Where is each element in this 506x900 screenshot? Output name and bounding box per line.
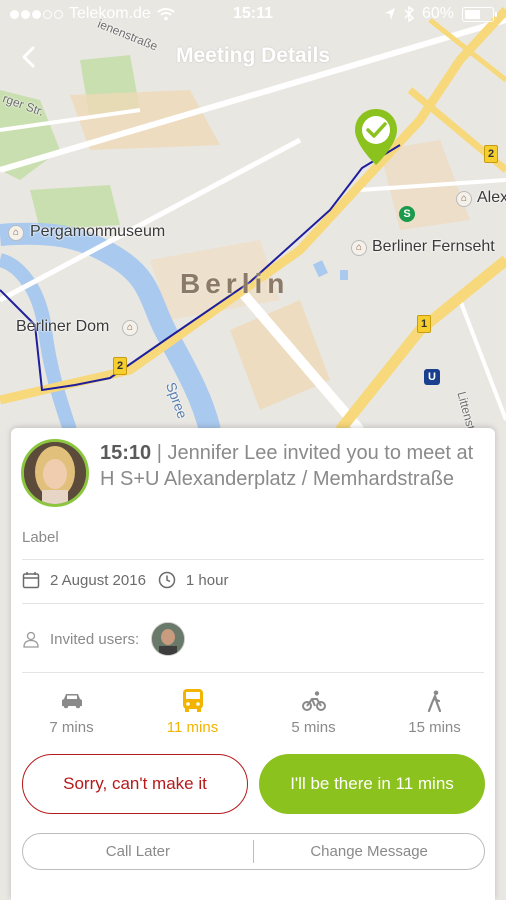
- invited-users-row: Invited users:: [22, 622, 186, 656]
- divider: [22, 672, 484, 673]
- status-right: 60%: [384, 5, 497, 23]
- road-number-badge: 1: [417, 315, 431, 333]
- invited-users-label: Invited users:: [50, 630, 140, 648]
- date-duration-row: 2 August 2016 1 hour: [22, 571, 228, 589]
- change-message-button[interactable]: Change Message: [254, 834, 484, 869]
- page-title: Meeting Details: [175, 44, 331, 67]
- decline-button[interactable]: Sorry, can't make it: [22, 754, 248, 814]
- walk-icon: [427, 690, 441, 712]
- divider: [22, 559, 484, 560]
- user-icon: [23, 631, 39, 648]
- bus-icon: [182, 689, 203, 712]
- map-label-pergamon: Pergamonmuseum: [30, 223, 166, 240]
- road-number-badge: 2: [484, 145, 498, 163]
- accept-button[interactable]: I'll be there in 11 mins: [259, 754, 485, 814]
- landmark-icon-2: ⌂: [456, 191, 472, 207]
- bluetooth-icon: [404, 6, 414, 22]
- inviter-photo: [24, 442, 86, 504]
- invited-user-avatar[interactable]: [151, 622, 186, 656]
- mode-walk[interactable]: 15 mins: [374, 686, 495, 736]
- bike-icon: [301, 691, 326, 711]
- location-arrow-icon: [384, 8, 395, 20]
- mode-bike[interactable]: 5 mins: [253, 686, 374, 736]
- meeting-duration: 1 hour: [185, 571, 229, 589]
- meeting-time: 15:10: [100, 442, 152, 464]
- map-label-fernseh: Berliner Fernseht: [372, 238, 495, 255]
- battery-fill: [465, 9, 480, 19]
- map-label-city: Berlin: [180, 268, 290, 299]
- meeting-date: 2 August 2016: [50, 571, 146, 589]
- mode-bus-time: 11 mins: [166, 719, 219, 736]
- battery-icon: [462, 6, 497, 22]
- meeting-headline: 15:10 | Jennifer Lee invited you to meet…: [100, 440, 486, 492]
- mode-walk-time: 15 mins: [408, 719, 461, 736]
- meeting-label: Label: [22, 529, 59, 546]
- mode-car[interactable]: 7 mins: [11, 686, 132, 736]
- invited-user-photo: [152, 623, 185, 655]
- museum-icon: ⌂: [8, 225, 24, 241]
- call-later-button[interactable]: Call Later: [23, 834, 253, 869]
- u-bahn-icon: U: [424, 369, 440, 385]
- car-icon: [61, 694, 82, 709]
- road-number-badge: 2: [113, 357, 127, 375]
- church-icon: ⌂: [122, 320, 138, 336]
- navigation-bar: Meeting Details: [0, 30, 506, 84]
- landmark-icon: ⌂: [351, 240, 367, 256]
- calendar-icon: [22, 572, 40, 589]
- battery-percent: 60%: [421, 5, 454, 22]
- mode-car-time: 7 mins: [49, 719, 94, 736]
- clock-icon: [158, 571, 176, 589]
- mode-bike-time: 5 mins: [291, 719, 336, 736]
- mode-bus[interactable]: 11 mins: [132, 686, 253, 736]
- status-bar: Telekom.de 15:11 60%: [0, 0, 506, 30]
- meeting-description: | Jennifer Lee invited you to meet at H …: [100, 442, 474, 490]
- inviter-avatar: [21, 439, 89, 507]
- transport-modes: 7 mins 11 mins 5 mins 15 mins: [11, 686, 495, 736]
- destination-pin-icon[interactable]: [352, 107, 400, 169]
- divider: [22, 603, 484, 604]
- secondary-actions: Call Later Change Message: [22, 833, 485, 870]
- meeting-card: 15:10 | Jennifer Lee invited you to meet…: [11, 428, 495, 900]
- map-label-alex: Alex: [477, 189, 506, 206]
- map-label-dom: Berliner Dom: [16, 318, 110, 335]
- s-bahn-icon: S: [399, 206, 415, 222]
